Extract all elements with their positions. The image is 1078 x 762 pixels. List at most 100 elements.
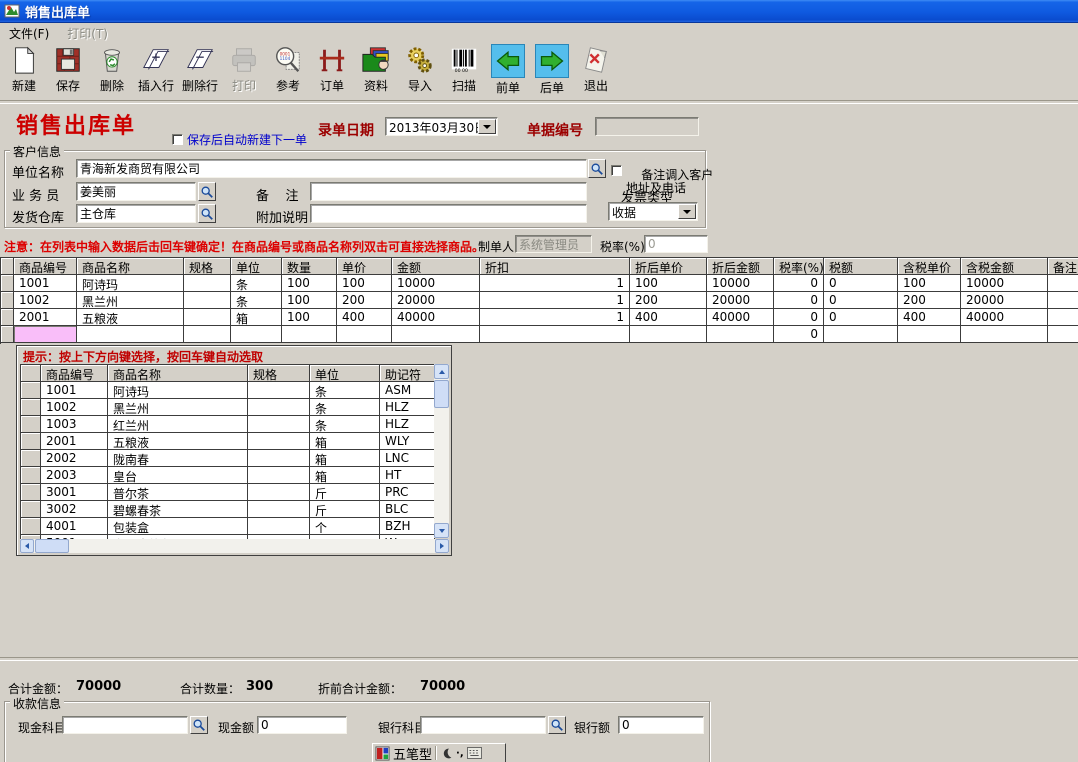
- scroll-down-button[interactable]: [434, 523, 449, 538]
- table-cell[interactable]: 陇南春: [108, 450, 248, 467]
- popup-horizontal-scrollbar[interactable]: [20, 539, 449, 553]
- table-cell[interactable]: 3002: [41, 501, 108, 518]
- column-header[interactable]: 单位: [310, 365, 380, 382]
- table-cell[interactable]: 条: [231, 275, 282, 292]
- table-cell[interactable]: 100: [282, 292, 337, 309]
- table-cell[interactable]: [248, 467, 310, 484]
- table-cell[interactable]: 1001: [14, 275, 77, 292]
- table-cell[interactable]: BZH: [380, 518, 435, 535]
- column-header[interactable]: 单位: [231, 258, 282, 275]
- table-cell[interactable]: [184, 326, 231, 343]
- table-cell[interactable]: 皇台: [108, 467, 248, 484]
- moon-icon[interactable]: [440, 747, 453, 760]
- column-header[interactable]: 数量: [282, 258, 337, 275]
- table-cell[interactable]: 20000: [961, 292, 1048, 309]
- menu-file[interactable]: 文件(F): [0, 23, 58, 44]
- table-cell[interactable]: [184, 275, 231, 292]
- table-cell[interactable]: 阿诗玛: [77, 275, 184, 292]
- reference-button[interactable]: 00011104参考: [266, 43, 310, 95]
- extra-field[interactable]: [310, 204, 587, 223]
- addr-checkbox[interactable]: [611, 165, 622, 176]
- column-header[interactable]: 税额: [824, 258, 898, 275]
- cash-account-lookup-button[interactable]: [190, 716, 208, 734]
- table-cell[interactable]: 40000: [707, 309, 774, 326]
- column-header[interactable]: 商品名称: [108, 365, 248, 382]
- column-header[interactable]: 单价: [337, 258, 392, 275]
- table-cell[interactable]: HT: [380, 467, 435, 484]
- table-cell[interactable]: 个: [310, 518, 380, 535]
- bank-amount-field[interactable]: [618, 716, 704, 734]
- cash-amount-field[interactable]: [257, 716, 347, 734]
- ime-toolbar[interactable]: 五笔型 ·,: [372, 743, 506, 762]
- table-cell[interactable]: 1002: [41, 399, 108, 416]
- column-header[interactable]: 折扣: [480, 258, 630, 275]
- table-cell[interactable]: [231, 326, 282, 343]
- table-cell[interactable]: 200: [337, 292, 392, 309]
- table-cell[interactable]: 红兰州: [108, 416, 248, 433]
- invoice-type-combobox[interactable]: 收据: [608, 202, 698, 221]
- data-button[interactable]: 资料: [354, 43, 398, 95]
- table-cell[interactable]: 10000: [961, 275, 1048, 292]
- table-cell[interactable]: 条: [310, 399, 380, 416]
- salesman-field[interactable]: [76, 182, 196, 201]
- table-cell[interactable]: HLZ: [380, 416, 435, 433]
- table-cell[interactable]: [248, 518, 310, 535]
- insert-row-button[interactable]: 插入行: [134, 43, 178, 95]
- table-cell[interactable]: [248, 399, 310, 416]
- table-cell[interactable]: 400: [337, 309, 392, 326]
- table-cell[interactable]: 阿诗玛: [108, 382, 248, 399]
- table-cell[interactable]: [248, 501, 310, 518]
- table-cell[interactable]: [248, 450, 310, 467]
- date-dropdown-button[interactable]: [478, 119, 496, 134]
- table-cell[interactable]: 1: [480, 309, 630, 326]
- column-header[interactable]: 含税单价: [898, 258, 961, 275]
- table-cell[interactable]: 0: [774, 292, 824, 309]
- warehouse-lookup-button[interactable]: [198, 204, 216, 223]
- column-header[interactable]: 规格: [248, 365, 310, 382]
- exit-button[interactable]: 退出: [574, 43, 618, 95]
- table-cell[interactable]: [248, 433, 310, 450]
- table-cell[interactable]: HLZ: [380, 399, 435, 416]
- table-cell[interactable]: 100: [282, 275, 337, 292]
- ime-mode-label[interactable]: 五笔型: [393, 744, 432, 762]
- company-field[interactable]: [76, 159, 587, 178]
- table-cell[interactable]: WLY: [380, 433, 435, 450]
- auto-new-checkbox[interactable]: [172, 134, 183, 145]
- table-cell[interactable]: 箱: [231, 309, 282, 326]
- table-cell[interactable]: 斤: [310, 484, 380, 501]
- table-cell[interactable]: 0: [774, 326, 824, 343]
- table-cell[interactable]: 10000: [707, 275, 774, 292]
- table-cell[interactable]: 条: [310, 416, 380, 433]
- table-cell[interactable]: 普尔茶: [108, 484, 248, 501]
- table-cell[interactable]: 五粮液: [77, 309, 184, 326]
- delete-row-button[interactable]: 删除行: [178, 43, 222, 95]
- table-cell[interactable]: 400: [630, 309, 707, 326]
- table-cell[interactable]: 1: [480, 292, 630, 309]
- table-cell[interactable]: [1048, 309, 1078, 326]
- scroll-right-button[interactable]: [435, 539, 449, 553]
- table-cell[interactable]: 10000: [392, 275, 480, 292]
- delete-button[interactable]: 删除: [90, 43, 134, 95]
- table-cell[interactable]: 1002: [14, 292, 77, 309]
- table-cell[interactable]: [282, 326, 337, 343]
- column-header[interactable]: 金额: [392, 258, 480, 275]
- table-cell[interactable]: 条: [231, 292, 282, 309]
- punctuation-toggle-icon[interactable]: ·,: [456, 748, 464, 759]
- prev-doc-button[interactable]: 前单: [486, 43, 530, 97]
- table-cell[interactable]: [480, 326, 630, 343]
- table-cell[interactable]: 0: [824, 292, 898, 309]
- order-button[interactable]: 订单: [310, 43, 354, 95]
- table-cell[interactable]: 100: [630, 275, 707, 292]
- table-cell[interactable]: [1048, 275, 1078, 292]
- table-cell[interactable]: [184, 292, 231, 309]
- invoice-type-dropdown-button[interactable]: [678, 204, 696, 219]
- keyboard-icon[interactable]: [467, 747, 482, 759]
- column-header[interactable]: 备注: [1048, 258, 1078, 275]
- column-header[interactable]: 折后金额: [707, 258, 774, 275]
- table-cell[interactable]: 200: [630, 292, 707, 309]
- table-cell[interactable]: 斤: [310, 501, 380, 518]
- table-cell[interactable]: [1048, 326, 1078, 343]
- table-cell[interactable]: 4001: [41, 518, 108, 535]
- table-cell[interactable]: [898, 326, 961, 343]
- table-cell[interactable]: 黑兰州: [77, 292, 184, 309]
